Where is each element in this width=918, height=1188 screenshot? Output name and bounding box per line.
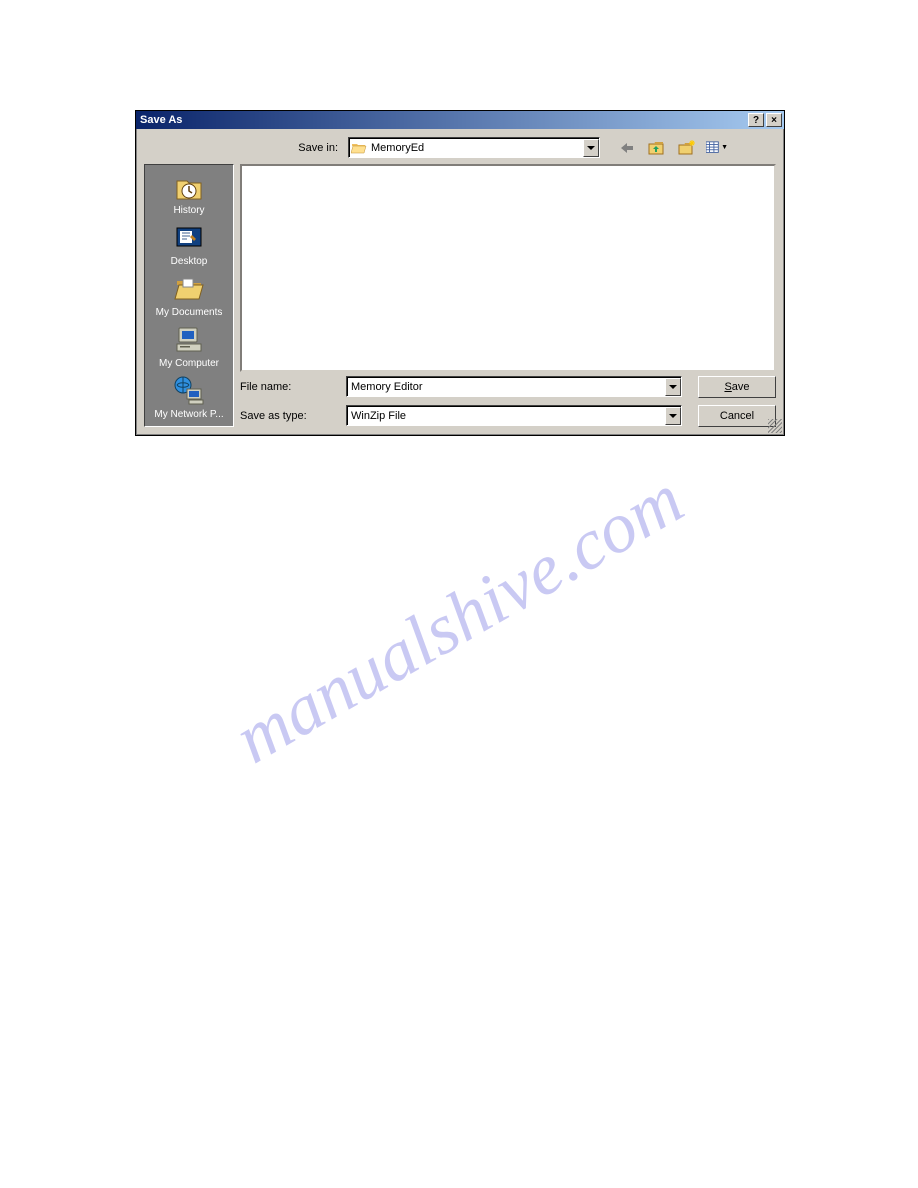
fields: File name: Memory Editor Save as type: W… — [240, 376, 682, 427]
place-label: My Documents — [149, 307, 229, 318]
watermark: manualshive.com — [221, 457, 697, 780]
dialog-title: Save As — [138, 114, 746, 126]
place-label: My Computer — [149, 358, 229, 369]
dialog-body: Save in: MemoryEd — [136, 129, 784, 435]
filename-input[interactable]: Memory Editor — [346, 376, 682, 397]
save-button[interactable]: Save — [698, 376, 776, 398]
filename-label: File name: — [240, 381, 346, 393]
save-in-combo[interactable]: MemoryEd — [348, 137, 600, 158]
help-button[interactable]: ? — [748, 113, 764, 127]
close-button[interactable]: × — [766, 113, 782, 127]
chevron-down-icon: ▼ — [721, 144, 728, 151]
up-one-level-button[interactable] — [646, 137, 668, 158]
place-history[interactable]: History — [149, 171, 229, 216]
place-label: My Network P... — [149, 409, 229, 420]
filetype-select[interactable]: WinZip File — [346, 405, 682, 426]
toolbar: ▼ — [616, 137, 728, 158]
save-in-label: Save in: — [264, 142, 344, 154]
save-in-value: MemoryEd — [369, 142, 583, 154]
place-desktop[interactable]: Desktop — [149, 222, 229, 267]
filename-value: Memory Editor — [347, 381, 665, 393]
cancel-button[interactable]: Cancel — [698, 405, 776, 427]
network-icon — [173, 375, 205, 407]
file-list-area[interactable] — [240, 164, 776, 372]
filename-row: File name: Memory Editor — [240, 376, 682, 397]
save-in-row: Save in: MemoryEd — [264, 137, 776, 158]
place-label: Desktop — [149, 256, 229, 267]
dropdown-arrow-icon[interactable] — [665, 407, 681, 425]
resize-grip[interactable] — [768, 419, 782, 433]
desktop-icon — [173, 222, 205, 254]
place-label: History — [149, 205, 229, 216]
new-folder-button[interactable] — [676, 137, 698, 158]
save-as-dialog: Save As ? × Save in: MemoryEd — [135, 110, 785, 436]
my-documents-icon — [173, 273, 205, 305]
folder-open-icon — [351, 140, 367, 156]
dropdown-arrow-icon[interactable] — [583, 139, 599, 157]
place-my-documents[interactable]: My Documents — [149, 273, 229, 318]
place-my-network[interactable]: My Network P... — [149, 375, 229, 420]
dropdown-arrow-icon[interactable] — [665, 378, 681, 396]
content-row: History Desktop My Documents — [144, 164, 776, 427]
my-computer-icon — [173, 324, 205, 356]
buttons: Save Cancel — [688, 376, 776, 427]
titlebar[interactable]: Save As ? × — [136, 111, 784, 129]
back-button[interactable] — [616, 137, 638, 158]
filetype-label: Save as type: — [240, 410, 346, 422]
place-my-computer[interactable]: My Computer — [149, 324, 229, 369]
filetype-row: Save as type: WinZip File — [240, 405, 682, 426]
places-bar: History Desktop My Documents — [144, 164, 234, 427]
views-button[interactable]: ▼ — [706, 137, 728, 158]
filetype-value: WinZip File — [347, 410, 665, 422]
bottom-section: File name: Memory Editor Save as type: W… — [240, 376, 776, 427]
history-icon — [173, 171, 205, 203]
